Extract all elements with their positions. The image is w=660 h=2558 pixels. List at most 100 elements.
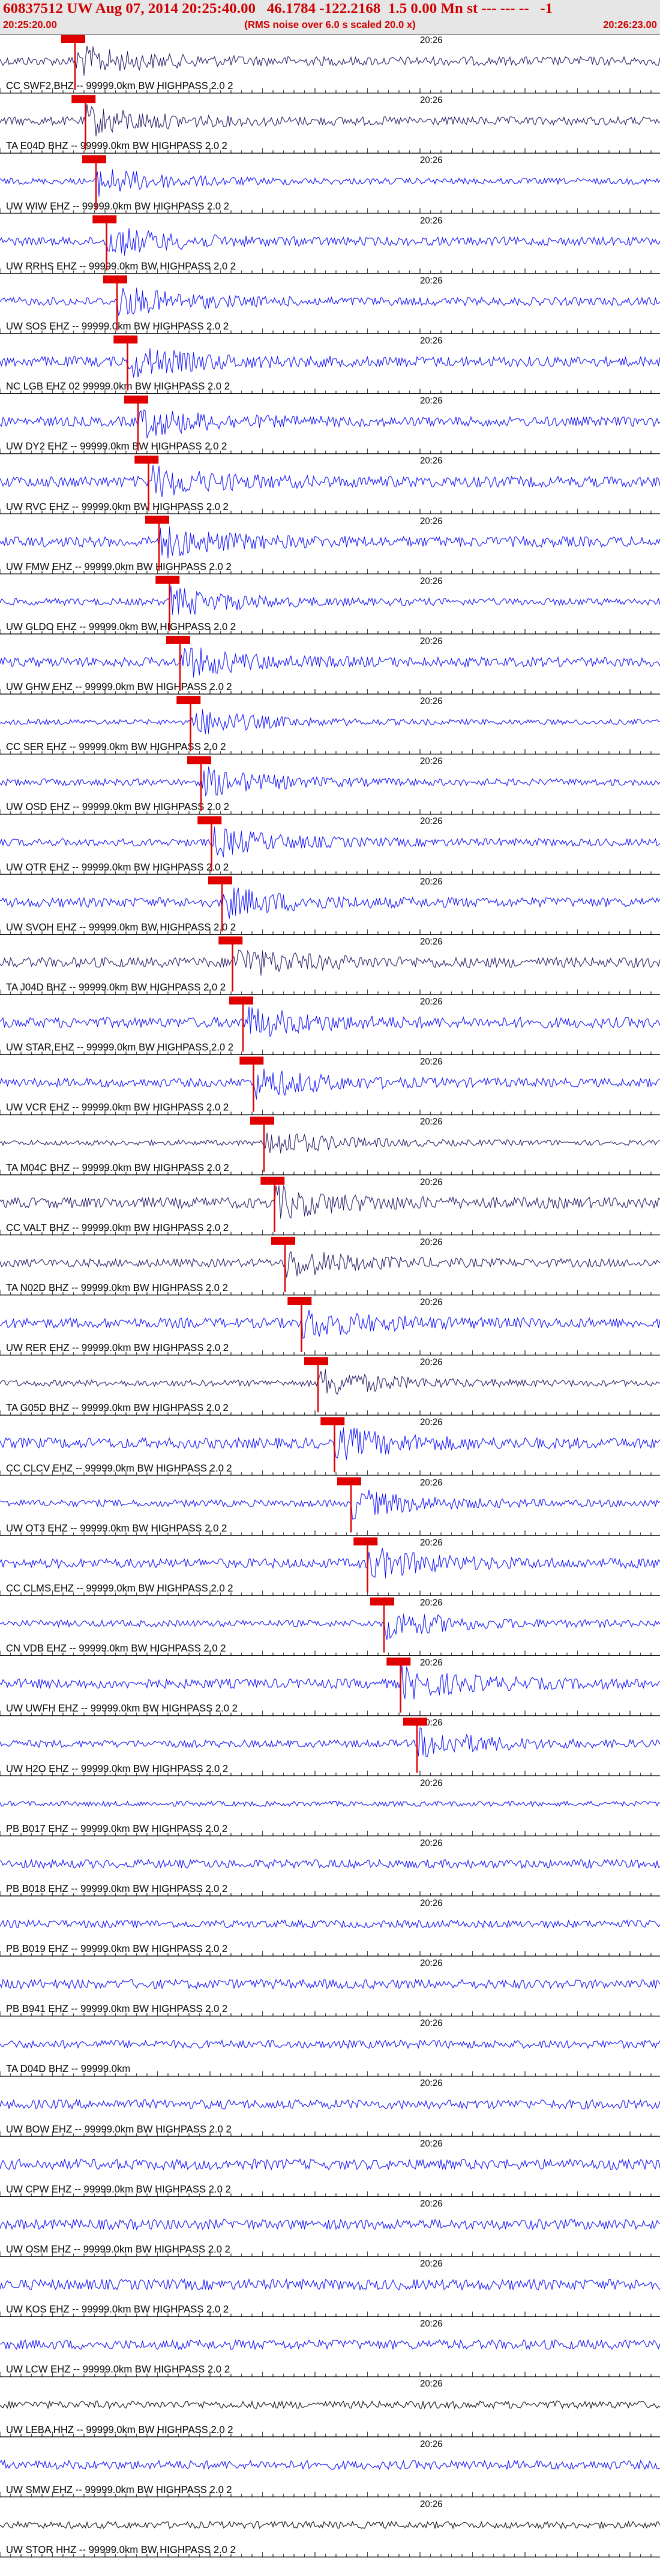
- channel-label: UW OSD EHZ -- 99999.0km BW HIGHPASS 2.0 …: [6, 802, 230, 813]
- pick-flag: [304, 1357, 328, 1366]
- minute-label: 20:26: [420, 2319, 443, 2329]
- channel-label: UW OTR EHZ -- 99999.0km BW HIGHPASS 2.0 …: [6, 862, 229, 873]
- channel-label: UW GLDO EHZ -- 99999.0km BW HIGHPASS 2.0…: [6, 622, 236, 633]
- channel-label: UW OSM EHZ -- 99999.0km BW HIGHPASS 2.0 …: [6, 2245, 231, 2256]
- minute-label: 20:26: [420, 816, 443, 826]
- minute-label: 20:26: [420, 1958, 443, 1968]
- pick-flag: [166, 635, 190, 644]
- minute-label: 20:26: [420, 1237, 443, 1247]
- waveform-trace: [0, 1132, 660, 1154]
- minute-label: 20:26: [420, 2018, 443, 2028]
- end-time: 20:26:23.00: [603, 20, 657, 31]
- channel-label: UW SMW EHZ -- 99999.0km BW HIGHPASS 2.0 …: [6, 2485, 232, 2496]
- channel-label: UW CPW EHZ -- 99999.0km BW HIGHPASS 2.0 …: [6, 2184, 231, 2195]
- waveform-trace: [0, 526, 660, 559]
- waveform-trace: [0, 104, 660, 137]
- channel-label: UW RER EHZ -- 99999.0km BW HIGHPASS 2.0 …: [6, 1343, 229, 1354]
- channel-label: CC SER EHZ -- 99999.0km BW HIGHPASS 2.0 …: [6, 742, 226, 753]
- channel-label: PB B019 EHZ -- 99999.0km BW HIGHPASS 2.0…: [6, 1944, 228, 1955]
- pick-flag: [337, 1477, 361, 1486]
- minute-label: 20:26: [420, 997, 443, 1007]
- pick-flag: [353, 1537, 378, 1546]
- pick-flag: [403, 1717, 427, 1726]
- channel-label: UW LEBA HHZ -- 99999.0km BW HIGHPASS 2.0…: [6, 2425, 234, 2436]
- pick-flag: [103, 275, 127, 284]
- channel-label: UW RVC EHZ -- 99999.0km BW HIGHPASS 2.0 …: [6, 502, 229, 513]
- minute-label: 20:26: [420, 396, 443, 406]
- record-header: 60837512 UW Aug 07, 2014 20:25:40.00 46.…: [0, 0, 660, 35]
- minute-label: 20:26: [420, 1357, 443, 1367]
- minute-label: 20:26: [420, 2078, 443, 2088]
- minute-label: 20:26: [420, 1778, 443, 1788]
- pick-flag: [229, 996, 253, 1005]
- minute-label: 20:26: [420, 2379, 443, 2389]
- minute-label: 20:26: [420, 1057, 443, 1067]
- waveform-trace: [0, 2218, 660, 2231]
- channel-label: TA E04D BHZ -- 99999.0km BW HIGHPASS 2.0…: [6, 141, 228, 152]
- channel-label: TA N02D BHZ -- 99999.0km BW HIGHPASS 2.0…: [6, 1283, 228, 1294]
- waveform-trace: [0, 2339, 660, 2351]
- waveform-trace: [0, 348, 660, 378]
- waveform-trace: [0, 1427, 660, 1460]
- channel-label: UW VCR EHZ -- 99999.0km BW HIGHPASS 2.0 …: [6, 1103, 229, 1114]
- channel-label: UW SVOH EHZ -- 99999.0km BW HIGHPASS 2.0…: [6, 922, 236, 933]
- minute-label: 20:26: [420, 155, 443, 165]
- waveform-trace: [0, 1613, 660, 1640]
- channel-label: UW BOW EHZ -- 99999.0km BW HIGHPASS 2.0 …: [6, 2124, 232, 2135]
- channel-label: CN VDB EHZ -- 99999.0km BW HIGHPASS 2.0 …: [6, 1644, 226, 1655]
- channel-label: UW LCW EHZ -- 99999.0km BW HIGHPASS 2.0 …: [6, 2365, 230, 2376]
- channel-label: TA D04D BHZ -- 99999.0km: [6, 2064, 130, 2075]
- minute-label: 20:26: [420, 335, 443, 345]
- pick-flag: [124, 395, 148, 404]
- minute-label: 20:26: [420, 2138, 443, 2148]
- minute-label: 20:26: [420, 2198, 443, 2208]
- pick-flag: [61, 35, 85, 43]
- waveform-trace: [0, 1185, 660, 1219]
- waveform-trace: [0, 1309, 660, 1339]
- minute-label: 20:26: [420, 35, 443, 45]
- pick-flag: [71, 95, 96, 104]
- minute-label: 20:26: [420, 636, 443, 646]
- waveform-trace: [0, 1547, 660, 1579]
- waveform-trace: [0, 2400, 660, 2410]
- minute-label: 20:26: [420, 696, 443, 706]
- waveform-trace: [0, 826, 660, 858]
- pick-flag: [386, 1657, 411, 1666]
- event-title: 60837512 UW Aug 07, 2014 20:25:40.00 46.…: [3, 1, 553, 17]
- waveform-trace: [0, 1800, 660, 1808]
- pick-flag: [155, 575, 180, 584]
- minute-label: 20:26: [420, 2259, 443, 2269]
- waveform-trace: [0, 45, 660, 76]
- channel-label: PB B941 EHZ -- 99999.0km BW HIGHPASS 2.0…: [6, 2004, 228, 2015]
- minute-label: 20:26: [420, 456, 443, 466]
- pick-flag: [370, 1597, 394, 1606]
- channel-label: PB B017 EHZ -- 99999.0km BW HIGHPASS 2.0…: [6, 1824, 228, 1835]
- minute-label: 20:26: [420, 936, 443, 946]
- pick-flag: [250, 1116, 274, 1125]
- channel-label: NC LGB EHZ 02 99999.0km BW HIGHPASS 2.0 …: [6, 382, 230, 393]
- minute-label: 20:26: [420, 1537, 443, 1547]
- waveform-trace: [0, 169, 660, 197]
- minute-label: 20:26: [420, 516, 443, 526]
- seismogram-plot: 20:26 CC SWF2 BHZ -- 99999.0km BW HIGHPAS…: [0, 35, 660, 2558]
- waveform-trace: [0, 2098, 660, 2110]
- channel-label: UW UWFH EHZ -- 99999.0km BW HIGHPASS 2.0…: [6, 1704, 238, 1715]
- minute-label: 20:26: [420, 1297, 443, 1307]
- minute-label: 20:26: [420, 1177, 443, 1187]
- pick-flag: [145, 515, 169, 524]
- waveform-trace: [0, 647, 660, 678]
- minute-label: 20:26: [420, 1838, 443, 1848]
- channel-label: CC CLMS EHZ -- 99999.0km BW HIGHPASS 2.0…: [6, 1583, 234, 1594]
- channel-label: UW KOS EHZ -- 99999.0km BW HIGHPASS 2.0 …: [6, 2305, 229, 2316]
- waveform-trace: [0, 1919, 660, 1929]
- waveform-trace: [0, 708, 660, 735]
- minute-label: 20:26: [420, 275, 443, 285]
- channel-label: TA G05D BHZ -- 99999.0km BW HIGHPASS 2.0…: [6, 1403, 229, 1414]
- minute-label: 20:26: [420, 576, 443, 586]
- pick-flag: [134, 455, 159, 464]
- pick-flag: [287, 1297, 312, 1305]
- waveform-trace: [0, 585, 660, 616]
- pick-flag: [113, 335, 138, 344]
- channel-label: CC SWF2 BHZ -- 99999.0km BW HIGHPASS 2.0…: [6, 81, 234, 92]
- pick-flag: [176, 696, 201, 705]
